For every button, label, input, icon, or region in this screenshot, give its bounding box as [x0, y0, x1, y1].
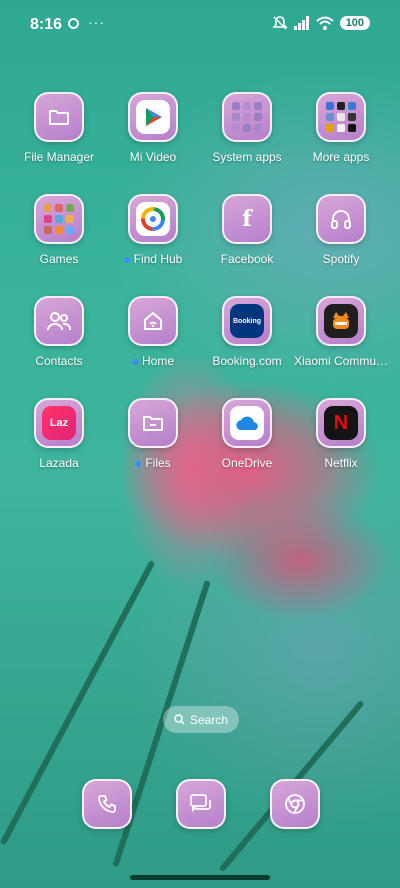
app-label: Booking.com: [212, 354, 282, 368]
netflix-glyph: N: [333, 411, 349, 434]
app-label-row: Home: [106, 354, 200, 368]
app-label: Spotify: [322, 252, 360, 266]
app-label: Lazada: [39, 456, 79, 470]
app-lazada[interactable]: Laz Lazada: [12, 398, 106, 470]
app-onedrive[interactable]: OneDrive: [200, 398, 294, 470]
app-mi-video[interactable]: Mi Video: [106, 92, 200, 164]
contacts-icon: [34, 296, 84, 346]
app-label: OneDrive: [221, 456, 273, 470]
search-button[interactable]: Search: [163, 706, 239, 733]
app-label: Files: [145, 456, 171, 470]
app-label: Home: [141, 354, 174, 368]
app-label: System apps: [212, 150, 282, 164]
folder-grid-icon: [222, 92, 272, 142]
app-files[interactable]: Files: [106, 398, 200, 470]
notification-icon: [68, 18, 79, 29]
mute-icon: [271, 16, 288, 30]
headphones-icon: [316, 194, 366, 244]
app-contacts[interactable]: Contacts: [12, 296, 106, 368]
app-file-manager[interactable]: File Manager: [12, 92, 106, 164]
signal-icon: [293, 16, 309, 30]
app-label-row: Find Hub: [106, 252, 200, 266]
app-label-row: Files: [106, 456, 200, 470]
app-find-hub[interactable]: Find Hub: [106, 194, 200, 266]
wifi-icon: [315, 16, 334, 30]
chrome-icon[interactable]: [270, 779, 320, 829]
booking-glyph: Booking: [233, 317, 261, 325]
folder-grid-icon: [316, 92, 366, 142]
app-facebook[interactable]: f Facebook: [200, 194, 294, 266]
app-label: Mi Video: [129, 150, 177, 164]
app-more-apps-folder[interactable]: More apps: [294, 92, 388, 164]
app-label: File Manager: [23, 150, 95, 164]
facebook-icon: f: [222, 194, 272, 244]
status-bar: 8:16 ··· 100: [0, 0, 400, 50]
app-label: Facebook: [220, 252, 274, 266]
home-icon: [128, 296, 178, 346]
app-xiaomi-community[interactable]: Xiaomi Commu…: [294, 296, 388, 368]
onedrive-icon: [222, 398, 272, 448]
folder-grid-icon: [34, 194, 84, 244]
lazada-icon: Laz: [34, 398, 84, 448]
xiaomi-community-icon: [316, 296, 366, 346]
home-indicator[interactable]: [130, 875, 270, 880]
folder-icon: [34, 92, 84, 142]
app-games-folder[interactable]: Games: [12, 194, 106, 266]
more-notifications-icon: ···: [88, 14, 105, 30]
phone-icon[interactable]: [82, 779, 132, 829]
app-spotify[interactable]: Spotify: [294, 194, 388, 266]
search-icon: [174, 714, 185, 725]
app-home[interactable]: Home: [106, 296, 200, 368]
app-label: More apps: [312, 150, 370, 164]
netflix-icon: N: [316, 398, 366, 448]
new-badge-dot: [131, 358, 138, 365]
booking-icon: Booking: [222, 296, 272, 346]
app-netflix[interactable]: N Netflix: [294, 398, 388, 470]
find-hub-icon: [128, 194, 178, 244]
battery-indicator: 100: [339, 16, 370, 30]
app-label: Find Hub: [133, 252, 183, 266]
app-label: Games: [39, 252, 79, 266]
lazada-glyph: Laz: [49, 417, 69, 429]
app-system-apps-folder[interactable]: System apps: [200, 92, 294, 164]
messages-icon[interactable]: [176, 779, 226, 829]
new-badge-dot: [135, 460, 142, 467]
app-label: Xiaomi Commu…: [294, 354, 389, 368]
app-label: Netflix: [324, 456, 358, 470]
status-time: 8:16: [30, 16, 63, 33]
search-label: Search: [189, 712, 229, 727]
new-badge-dot: [123, 256, 130, 263]
facebook-glyph: f: [242, 206, 252, 232]
play-icon: [128, 92, 178, 142]
files-icon: [128, 398, 178, 448]
app-booking[interactable]: Booking Booking.com: [200, 296, 294, 368]
app-label: Contacts: [35, 354, 83, 368]
